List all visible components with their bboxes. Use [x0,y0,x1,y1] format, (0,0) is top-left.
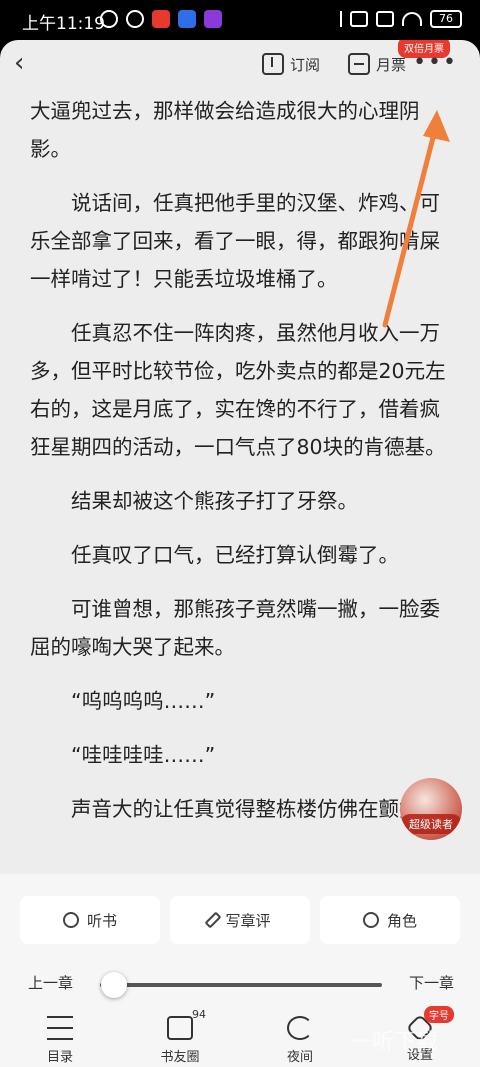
character-button[interactable]: 角色 [320,896,460,944]
alarm-icon [126,10,144,28]
more-options-icon[interactable]: ••• [413,50,458,75]
reader-topbar: ‹ 订阅 月票 双倍月票 ••• [0,40,480,88]
chat-icon [167,1016,193,1040]
paragraph: 结果却被这个熊孩子打了牙祭。 [71,489,358,513]
status-bar: 上午11:19 76 [0,0,480,40]
chapter-progress-slider[interactable] [100,983,382,987]
super-reader-label: 超级读者 [400,814,462,834]
status-time: 上午11:19 [22,14,105,34]
moon-icon [287,1016,313,1040]
character-label: 角色 [386,911,417,930]
nav-label: 夜间 [286,1050,313,1065]
nav-label: 书友圈 [160,1050,200,1065]
list-icon [47,1016,73,1040]
pencil-icon [204,911,222,929]
paragraph: 任真叹了口气，已经打算认倒霉了。 [71,543,399,567]
wifi-icon [402,12,422,26]
back-button[interactable]: ‹ [14,48,44,78]
app-icon-purple [204,10,222,28]
signal-icon [350,11,368,27]
owl-icon [362,912,379,928]
font-size-tag: 字号 [424,1006,454,1023]
super-reader-avatar[interactable]: 超级读者 [400,778,462,840]
reader-page: ‹ 订阅 月票 双倍月票 ••• 大逼兜过去，那样做会给造成很大的心理阴影。 说… [0,40,480,1067]
signal-icon-2 [376,11,394,27]
watermark: 一听下载 [350,1030,439,1055]
paragraph: “哇哇哇哇……” [71,743,216,767]
paragraph: “呜呜呜呜……” [71,689,216,713]
paragraph: 任真忍不住一阵肉疼，虽然他月收入一万多，但平时比较节俭，吃外卖点的都是20元左右… [30,321,446,459]
paragraph: 可谁曾想，那熊孩子竟然嘴一撇，一脸委屈的嚎啕大哭了起来。 [30,597,440,659]
write-review-button[interactable]: 写章评 [170,896,310,944]
bluetooth-icon [332,11,342,27]
nav-item-night[interactable]: 夜间 [260,1014,340,1065]
status-system-icons: 76 [332,10,462,28]
status-notification-icons [100,10,222,28]
reader-bottom-panel: 听书 写章评 角色 上一章 下一章 目录 94 书友圈 夜间 字号 设置 一听下… [0,874,480,1067]
subscribe-label: 订阅 [290,55,321,74]
download-icon [262,53,284,75]
paragraph: 声音大的让任真觉得整栋楼仿佛在颤抖。 [71,797,440,821]
mute-icon [100,10,118,28]
community-count: 94 [192,1008,206,1021]
monthly-ticket-button[interactable]: 月票 [348,50,406,78]
listen-label: 听书 [86,911,117,930]
action-buttons: 听书 写章评 角色 [20,896,460,944]
app-icon-blue [178,10,196,28]
headphones-icon [62,912,79,928]
ticket-icon [348,53,370,75]
prev-chapter-button[interactable]: 上一章 [28,972,73,993]
nav-item-community[interactable]: 94 书友圈 [140,1008,220,1065]
app-icon-red [152,10,170,28]
subscribe-button[interactable]: 订阅 [262,50,320,78]
annotation-arrow-icon [382,110,450,328]
next-chapter-button[interactable]: 下一章 [409,972,454,993]
battery-icon: 76 [430,10,462,28]
nav-item-toc[interactable]: 目录 [20,1014,100,1065]
slider-thumb[interactable] [101,972,128,998]
write-review-label: 写章评 [225,911,271,930]
nav-label: 目录 [46,1050,73,1065]
chapter-progress-row: 上一章 下一章 [0,966,480,1002]
listen-button[interactable]: 听书 [20,896,160,944]
